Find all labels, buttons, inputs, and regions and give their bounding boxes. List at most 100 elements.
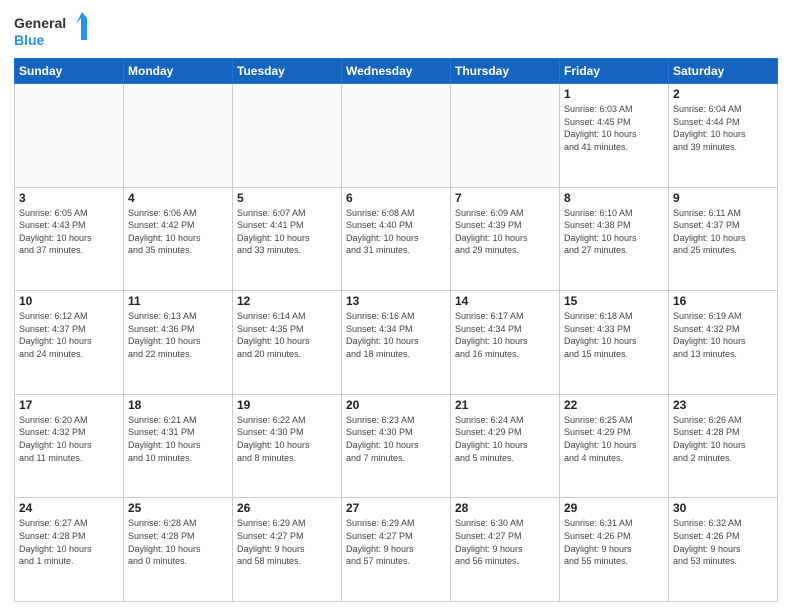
day-info: Sunrise: 6:28 AM Sunset: 4:28 PM Dayligh… [128, 517, 228, 567]
week-row-4: 24 Sunrise: 6:27 AM Sunset: 4:28 PM Dayli… [15, 498, 778, 602]
day-info: Sunrise: 6:21 AM Sunset: 4:31 PM Dayligh… [128, 414, 228, 464]
calendar-cell: 20 Sunrise: 6:23 AM Sunset: 4:30 PM Dayli… [342, 394, 451, 498]
day-number: 9 [673, 191, 773, 205]
day-info: Sunrise: 6:17 AM Sunset: 4:34 PM Dayligh… [455, 310, 555, 360]
day-info: Sunrise: 6:26 AM Sunset: 4:28 PM Dayligh… [673, 414, 773, 464]
calendar-cell: 9 Sunrise: 6:11 AM Sunset: 4:37 PM Daylig… [669, 187, 778, 291]
day-info: Sunrise: 6:23 AM Sunset: 4:30 PM Dayligh… [346, 414, 446, 464]
calendar-cell: 25 Sunrise: 6:28 AM Sunset: 4:28 PM Dayli… [124, 498, 233, 602]
week-row-1: 3 Sunrise: 6:05 AM Sunset: 4:43 PM Daylig… [15, 187, 778, 291]
calendar-cell [451, 84, 560, 188]
day-info: Sunrise: 6:29 AM Sunset: 4:27 PM Dayligh… [346, 517, 446, 567]
calendar-cell: 24 Sunrise: 6:27 AM Sunset: 4:28 PM Dayli… [15, 498, 124, 602]
calendar-cell: 6Sunrise: 6:08 AM Sunset: 4:40 PM Daylig… [342, 187, 451, 291]
day-number: 5 [237, 191, 337, 205]
calendar-cell [15, 84, 124, 188]
day-info: Sunrise: 6:18 AM Sunset: 4:33 PM Dayligh… [564, 310, 664, 360]
day-number: 8 [564, 191, 664, 205]
calendar-cell: 11 Sunrise: 6:13 AM Sunset: 4:36 PM Dayli… [124, 291, 233, 395]
day-number: 18 [128, 398, 228, 412]
logo-icon: General Blue [14, 10, 94, 50]
calendar-cell: 17Sunrise: 6:20 AM Sunset: 4:32 PM Dayli… [15, 394, 124, 498]
calendar-table: SundayMondayTuesdayWednesdayThursdayFrid… [14, 58, 778, 602]
day-info: Sunrise: 6:08 AM Sunset: 4:40 PM Dayligh… [346, 207, 446, 257]
day-number: 7 [455, 191, 555, 205]
day-info: Sunrise: 6:16 AM Sunset: 4:34 PM Dayligh… [346, 310, 446, 360]
day-number: 4 [128, 191, 228, 205]
day-info: Sunrise: 6:32 AM Sunset: 4:26 PM Dayligh… [673, 517, 773, 567]
day-number: 14 [455, 294, 555, 308]
calendar-cell: 27 Sunrise: 6:29 AM Sunset: 4:27 PM Dayli… [342, 498, 451, 602]
day-number: 10 [19, 294, 119, 308]
week-row-2: 10 Sunrise: 6:12 AM Sunset: 4:37 PM Dayli… [15, 291, 778, 395]
calendar-cell: 4 Sunrise: 6:06 AM Sunset: 4:42 PM Daylig… [124, 187, 233, 291]
calendar-cell: 30 Sunrise: 6:32 AM Sunset: 4:26 PM Dayli… [669, 498, 778, 602]
day-number: 21 [455, 398, 555, 412]
calendar-cell: 3 Sunrise: 6:05 AM Sunset: 4:43 PM Daylig… [15, 187, 124, 291]
weekday-tuesday: Tuesday [233, 59, 342, 84]
calendar-cell: 16 Sunrise: 6:19 AM Sunset: 4:32 PM Dayli… [669, 291, 778, 395]
day-info: Sunrise: 6:13 AM Sunset: 4:36 PM Dayligh… [128, 310, 228, 360]
week-row-3: 17Sunrise: 6:20 AM Sunset: 4:32 PM Dayli… [15, 394, 778, 498]
calendar-cell: 18 Sunrise: 6:21 AM Sunset: 4:31 PM Dayli… [124, 394, 233, 498]
calendar-cell: 19 Sunrise: 6:22 AM Sunset: 4:30 PM Dayli… [233, 394, 342, 498]
calendar-cell [342, 84, 451, 188]
calendar-cell: 29Sunrise: 6:31 AM Sunset: 4:26 PM Dayli… [560, 498, 669, 602]
day-info: Sunrise: 6:27 AM Sunset: 4:28 PM Dayligh… [19, 517, 119, 567]
calendar-cell: 23 Sunrise: 6:26 AM Sunset: 4:28 PM Dayli… [669, 394, 778, 498]
day-info: Sunrise: 6:12 AM Sunset: 4:37 PM Dayligh… [19, 310, 119, 360]
calendar-cell: 15 Sunrise: 6:18 AM Sunset: 4:33 PM Dayli… [560, 291, 669, 395]
day-info: Sunrise: 6:30 AM Sunset: 4:27 PM Dayligh… [455, 517, 555, 567]
day-info: Sunrise: 6:03 AM Sunset: 4:45 PM Dayligh… [564, 103, 664, 153]
day-number: 28 [455, 501, 555, 515]
day-info: Sunrise: 6:06 AM Sunset: 4:42 PM Dayligh… [128, 207, 228, 257]
day-number: 11 [128, 294, 228, 308]
calendar-cell [233, 84, 342, 188]
svg-text:Blue: Blue [14, 32, 45, 48]
day-number: 20 [346, 398, 446, 412]
weekday-header-row: SundayMondayTuesdayWednesdayThursdayFrid… [15, 59, 778, 84]
calendar-cell: 5 Sunrise: 6:07 AM Sunset: 4:41 PM Daylig… [233, 187, 342, 291]
day-number: 1 [564, 87, 664, 101]
day-info: Sunrise: 6:09 AM Sunset: 4:39 PM Dayligh… [455, 207, 555, 257]
day-info: Sunrise: 6:19 AM Sunset: 4:32 PM Dayligh… [673, 310, 773, 360]
day-info: Sunrise: 6:04 AM Sunset: 4:44 PM Dayligh… [673, 103, 773, 153]
calendar-cell: 21 Sunrise: 6:24 AM Sunset: 4:29 PM Dayli… [451, 394, 560, 498]
day-info: Sunrise: 6:29 AM Sunset: 4:27 PM Dayligh… [237, 517, 337, 567]
weekday-wednesday: Wednesday [342, 59, 451, 84]
day-number: 2 [673, 87, 773, 101]
weekday-saturday: Saturday [669, 59, 778, 84]
day-info: Sunrise: 6:05 AM Sunset: 4:43 PM Dayligh… [19, 207, 119, 257]
weekday-friday: Friday [560, 59, 669, 84]
calendar-cell: 26 Sunrise: 6:29 AM Sunset: 4:27 PM Dayli… [233, 498, 342, 602]
day-info: Sunrise: 6:22 AM Sunset: 4:30 PM Dayligh… [237, 414, 337, 464]
day-number: 26 [237, 501, 337, 515]
svg-text:General: General [14, 15, 66, 31]
day-info: Sunrise: 6:24 AM Sunset: 4:29 PM Dayligh… [455, 414, 555, 464]
day-info: Sunrise: 6:07 AM Sunset: 4:41 PM Dayligh… [237, 207, 337, 257]
day-number: 24 [19, 501, 119, 515]
day-info: Sunrise: 6:14 AM Sunset: 4:35 PM Dayligh… [237, 310, 337, 360]
calendar-cell: 1 Sunrise: 6:03 AM Sunset: 4:45 PM Daylig… [560, 84, 669, 188]
day-number: 23 [673, 398, 773, 412]
week-row-0: 1 Sunrise: 6:03 AM Sunset: 4:45 PM Daylig… [15, 84, 778, 188]
day-number: 15 [564, 294, 664, 308]
logo: General Blue [14, 10, 94, 50]
weekday-sunday: Sunday [15, 59, 124, 84]
day-number: 25 [128, 501, 228, 515]
calendar-cell: 28 Sunrise: 6:30 AM Sunset: 4:27 PM Dayli… [451, 498, 560, 602]
day-number: 22 [564, 398, 664, 412]
day-number: 16 [673, 294, 773, 308]
day-number: 27 [346, 501, 446, 515]
calendar-cell: 10 Sunrise: 6:12 AM Sunset: 4:37 PM Dayli… [15, 291, 124, 395]
day-number: 3 [19, 191, 119, 205]
weekday-thursday: Thursday [451, 59, 560, 84]
day-number: 30 [673, 501, 773, 515]
day-info: Sunrise: 6:11 AM Sunset: 4:37 PM Dayligh… [673, 207, 773, 257]
calendar-cell: 22Sunrise: 6:25 AM Sunset: 4:29 PM Dayli… [560, 394, 669, 498]
calendar-cell: 13Sunrise: 6:16 AM Sunset: 4:34 PM Dayli… [342, 291, 451, 395]
calendar-cell: 14 Sunrise: 6:17 AM Sunset: 4:34 PM Dayli… [451, 291, 560, 395]
day-number: 19 [237, 398, 337, 412]
day-number: 12 [237, 294, 337, 308]
day-info: Sunrise: 6:10 AM Sunset: 4:38 PM Dayligh… [564, 207, 664, 257]
